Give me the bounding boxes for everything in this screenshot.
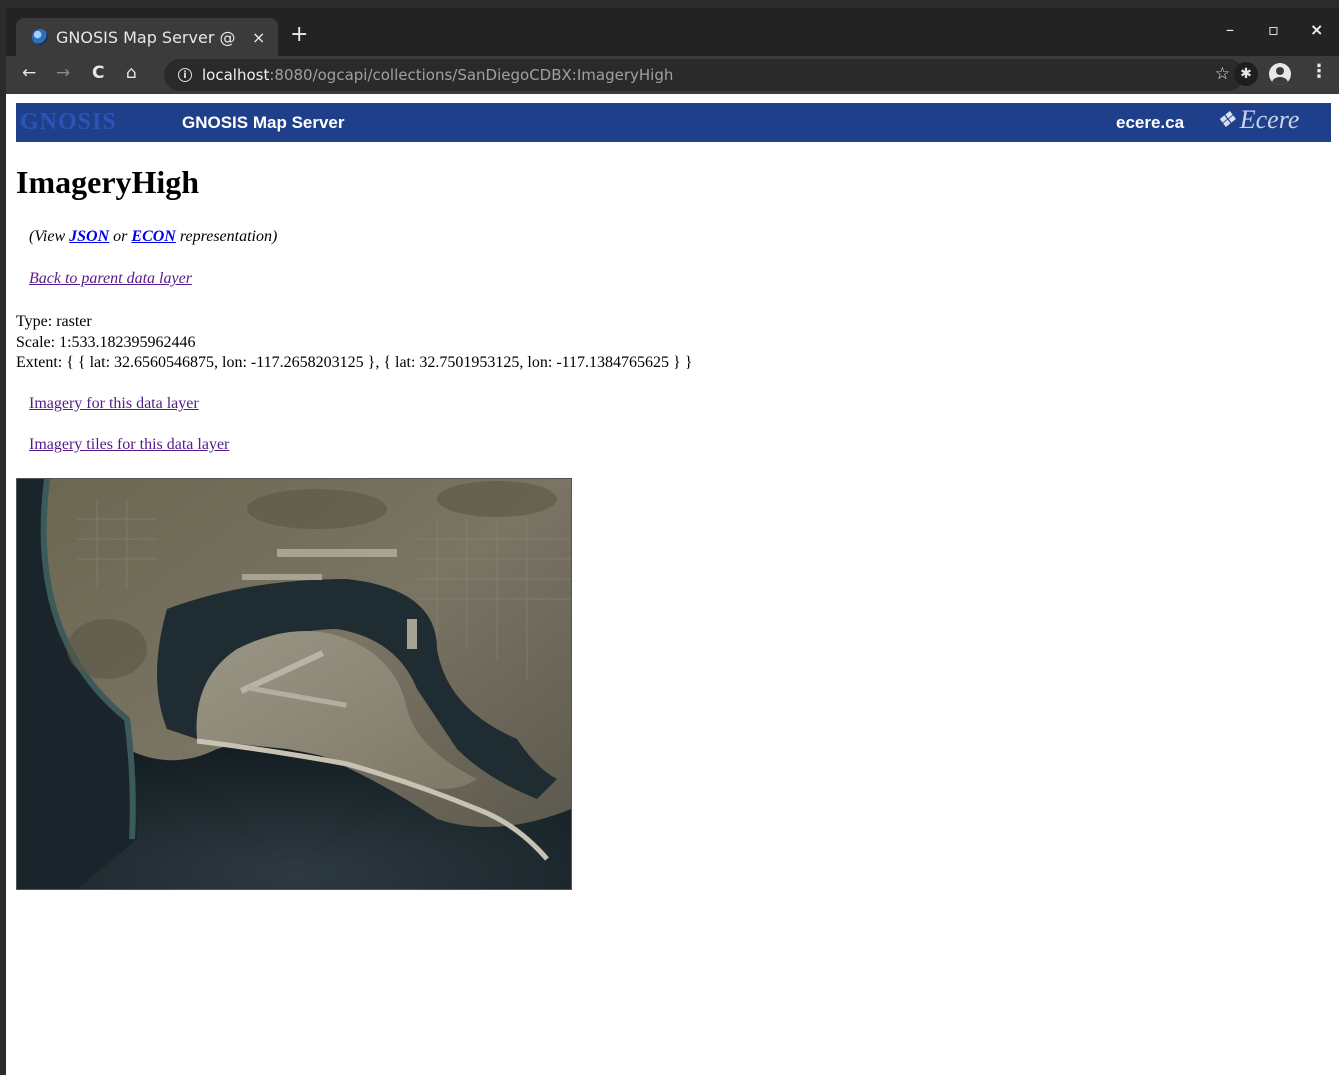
repr-suffix: representation)	[175, 228, 278, 245]
browser-toolbar: ← → C ⌂ i localhost :8080/ogcapi/collect…	[6, 56, 1339, 94]
ecere-logo-text: Ecere	[1239, 105, 1300, 134]
maximize-button[interactable]: ▫	[1268, 20, 1279, 39]
forward-button[interactable]: →	[56, 63, 70, 83]
imagery-preview-image	[16, 478, 572, 890]
back-to-parent-link[interactable]: Back to parent data layer	[29, 270, 192, 288]
home-button[interactable]: ⌂	[126, 63, 137, 83]
back-button[interactable]: ←	[22, 63, 36, 83]
representation-links: (View JSON or ECON representation)	[29, 228, 277, 246]
satellite-image-graphic	[17, 479, 571, 889]
ecere-link[interactable]: ecere.ca	[1116, 113, 1184, 133]
page-title: ImageryHigh	[16, 164, 200, 200]
banner-title: GNOSIS Map Server	[182, 113, 345, 132]
tab-strip: GNOSIS Map Server @ × + – ▫ ×	[6, 8, 1339, 56]
url-host: localhost	[202, 66, 270, 84]
imagery-tiles-link[interactable]: Imagery tiles for this data layer	[29, 436, 229, 454]
close-window-button[interactable]: ×	[1310, 20, 1323, 39]
browser-tab[interactable]: GNOSIS Map Server @ ×	[16, 18, 278, 56]
page-viewport: GNOSIS GNOSIS Map Server ecere.ca ❖ Ecer…	[6, 94, 1339, 1075]
repr-or: or	[109, 228, 132, 245]
json-link[interactable]: JSON	[69, 228, 109, 245]
layer-info: Type: raster Scale: 1:533.182395962446 E…	[16, 312, 692, 374]
tab-close-icon[interactable]: ×	[252, 28, 265, 47]
new-tab-button[interactable]: +	[290, 22, 308, 47]
scale-line: Scale: 1:533.182395962446	[16, 333, 196, 351]
profile-avatar-icon[interactable]	[1269, 63, 1291, 85]
imagery-link[interactable]: Imagery for this data layer	[29, 395, 199, 413]
gnosis-logo: GNOSIS	[20, 109, 117, 135]
econ-link[interactable]: ECON	[131, 228, 175, 245]
repr-prefix: (View	[29, 228, 70, 245]
bookmark-star-icon[interactable]: ☆	[1215, 64, 1230, 84]
extent-line: Extent: { { lat: 32.6560546875, lon: -11…	[16, 354, 693, 371]
site-info-icon[interactable]: i	[178, 68, 192, 82]
reload-button[interactable]: C	[92, 63, 104, 83]
extensions-icon[interactable]: ✱	[1234, 62, 1258, 86]
type-line: Type: raster	[16, 313, 92, 330]
minimize-button[interactable]: –	[1226, 20, 1234, 39]
tab-title: GNOSIS Map Server @	[56, 27, 236, 47]
url-path: :8080/ogcapi/collections/SanDiegoCDBX:Im…	[269, 66, 674, 84]
browser-menu-icon[interactable]: ⋮	[1310, 61, 1328, 82]
site-banner: GNOSIS GNOSIS Map Server ecere.ca ❖ Ecer…	[16, 103, 1331, 142]
address-bar[interactable]: i localhost :8080/ogcapi/collections/San…	[164, 59, 1244, 91]
globe-favicon-icon	[32, 29, 48, 45]
ecere-logo: ❖ Ecere	[1216, 105, 1299, 135]
ecere-mark-icon: ❖	[1216, 107, 1236, 132]
